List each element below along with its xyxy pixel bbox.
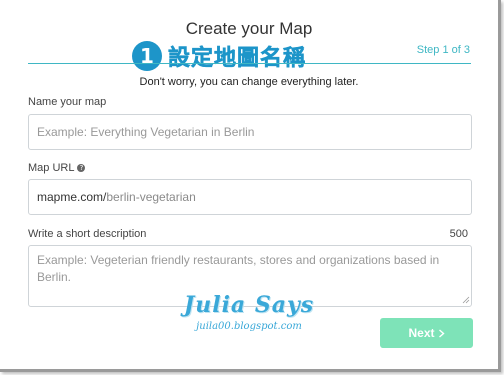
header-divider: [28, 63, 471, 64]
description-label: Write a short description: [28, 228, 147, 240]
url-prefix: mapme.com/: [37, 190, 107, 204]
url-slug: berlin-vegetarian: [106, 190, 196, 204]
map-url-label-text: Map URL: [28, 162, 75, 174]
create-map-dialog: Create your Map 1 設定地圖名稱 Step 1 of 3 Don…: [0, 0, 501, 372]
map-name-label: Name your map: [28, 96, 107, 108]
annotation-text: 設定地圖名稱: [168, 46, 307, 72]
description-char-counter: 500: [449, 228, 468, 240]
dialog-subtitle: Don't worry, you can change everything l…: [139, 76, 359, 88]
watermark-title: Julia Says: [183, 292, 315, 318]
next-button-label: Next: [408, 326, 435, 340]
next-button[interactable]: Next: [380, 318, 473, 348]
dialog-title: Create your Map: [185, 19, 313, 38]
step-indicator: Step 1 of 3: [416, 44, 470, 56]
map-url-label: Map URL?: [28, 162, 86, 174]
chevron-right-icon: [438, 328, 445, 338]
map-url-input[interactable]: mapme.com/berlin-vegetarian: [28, 179, 472, 215]
annotation-step-heading: 1 設定地圖名稱: [132, 40, 306, 72]
step-number-badge: 1: [132, 41, 162, 71]
map-name-input[interactable]: [28, 114, 472, 150]
question-circle-icon[interactable]: ?: [77, 164, 86, 172]
